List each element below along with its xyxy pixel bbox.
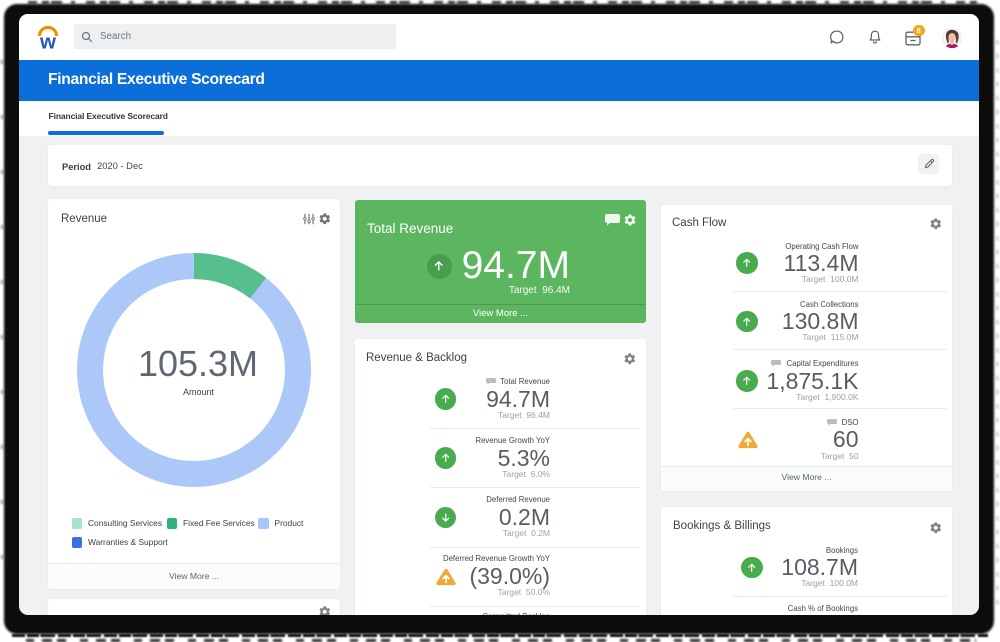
svg-text:w: w [39,31,56,51]
